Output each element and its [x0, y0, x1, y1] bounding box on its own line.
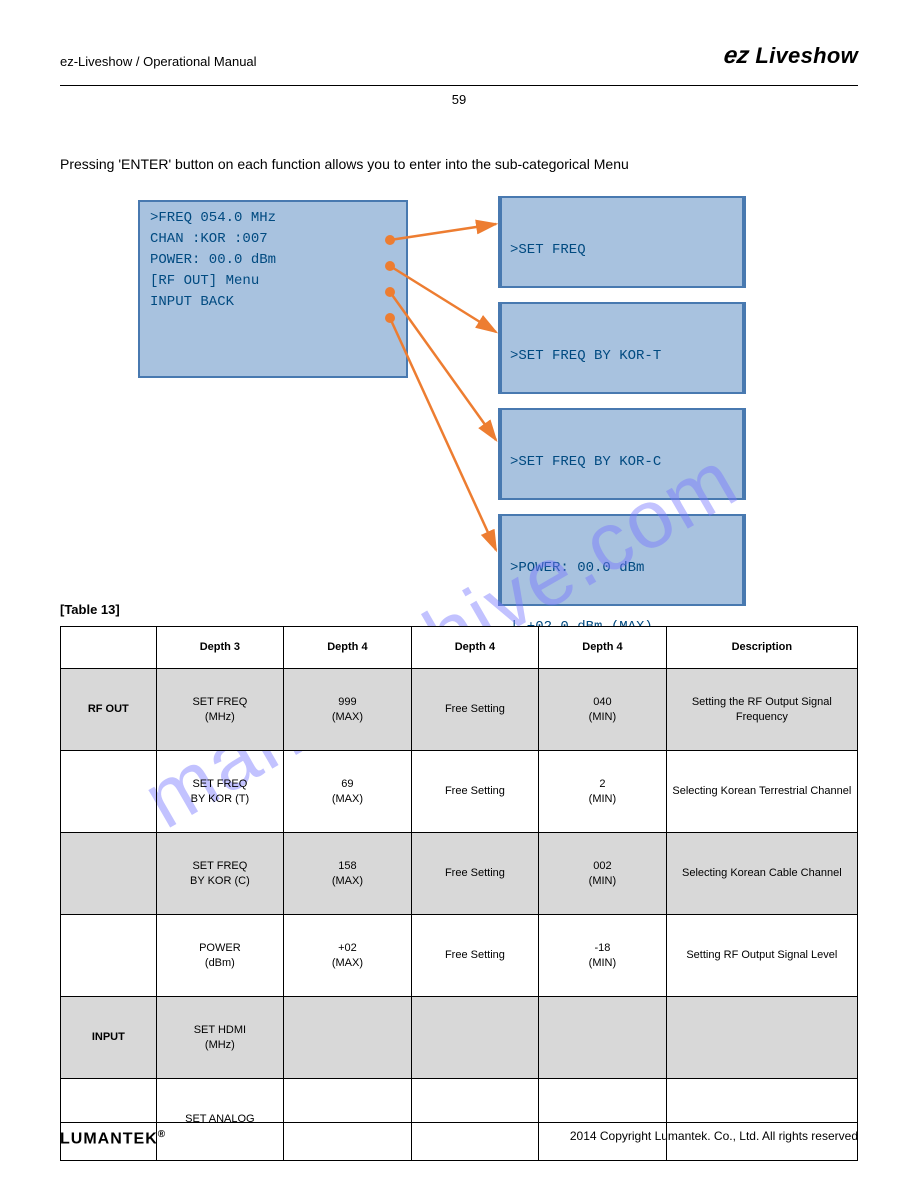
td: Free Setting	[411, 669, 539, 751]
td: +02(MAX)	[284, 915, 412, 997]
page-footer: LUMANTEK® 2014 Copyright Lumantek. Co., …	[60, 1122, 858, 1148]
page-number: 59	[60, 92, 858, 107]
td: Selecting Korean Terrestrial Channel	[666, 751, 857, 833]
detail-box-set-freq: >SET FREQ | 999.0 MHz (MAX) |> 054.0 MHz…	[498, 196, 746, 288]
td: 2(MIN)	[539, 751, 667, 833]
page-header: ez-Liveshow / Operational Manual ez Live…	[60, 48, 858, 86]
td: 002(MIN)	[539, 833, 667, 915]
td: RF OUT	[61, 669, 157, 751]
brand-block: ez Liveshow	[724, 42, 858, 70]
td	[61, 833, 157, 915]
td: SET FREQ(MHz)	[156, 669, 284, 751]
td: Setting RF Output Signal Level	[666, 915, 857, 997]
td: POWER(dBm)	[156, 915, 284, 997]
td: INPUT	[61, 997, 157, 1079]
th: Depth 4	[539, 627, 667, 669]
diagram-area: >FREQ 054.0 MHz CHAN :KOR :007 POWER: 00…	[60, 192, 858, 620]
intro-text: Pressing 'ENTER' button on each function…	[60, 154, 858, 175]
table-header-row: Depth 3 Depth 4 Depth 4 Depth 4 Descript…	[61, 627, 858, 669]
footer-brand-text: LUMANTEK	[60, 1130, 158, 1147]
registered-icon: ®	[158, 1129, 166, 1140]
detail-line: >POWER: 00.0 dBm	[510, 559, 734, 579]
td: 158(MAX)	[284, 833, 412, 915]
ez-logo-icon: ez	[724, 42, 749, 70]
td: SET ANALOG	[156, 1079, 284, 1161]
footer-copyright: 2014 Copyright Lumantek. Co., Ltd. All r…	[570, 1129, 858, 1148]
td: Free Setting	[411, 915, 539, 997]
td: Free Setting	[411, 833, 539, 915]
th: Depth 4	[284, 627, 412, 669]
menu-line: >FREQ 054.0 MHz	[150, 208, 396, 229]
detail-box-kor-c: >SET FREQ BY KOR-C | 158 (MAX) |> 002 | …	[498, 408, 746, 500]
detail-line: >SET FREQ BY KOR-C	[510, 453, 734, 473]
th: Depth 3	[156, 627, 284, 669]
brand-text: Liveshow	[755, 43, 858, 69]
td	[61, 1079, 157, 1161]
td	[666, 997, 857, 1079]
th: Depth 4	[411, 627, 539, 669]
table-row: RF OUT SET FREQ(MHz) 999(MAX) Free Setti…	[61, 669, 858, 751]
table-row: INPUT SET HDMI(MHz)	[61, 997, 858, 1079]
td: Setting the RF Output Signal Frequency	[666, 669, 857, 751]
td	[666, 1079, 857, 1161]
td	[539, 1079, 667, 1161]
th	[61, 627, 157, 669]
table-wrapper: Depth 3 Depth 4 Depth 4 Depth 4 Descript…	[60, 626, 858, 1161]
td	[284, 997, 412, 1079]
menu-line: CHAN :KOR :007	[150, 229, 396, 250]
table-label: [Table 13]	[60, 602, 120, 617]
td: 69(MAX)	[284, 751, 412, 833]
td	[411, 1079, 539, 1161]
manual-title: ez-Liveshow / Operational Manual	[60, 54, 257, 69]
arrow-icon	[380, 192, 520, 612]
td: -18(MIN)	[539, 915, 667, 997]
detail-line: >SET FREQ	[510, 241, 734, 261]
table-row: POWER(dBm) +02(MAX) Free Setting -18(MIN…	[61, 915, 858, 997]
td	[61, 915, 157, 997]
detail-box-power: >POWER: 00.0 dBm | +02.0 dBm (MAX) |> 00…	[498, 514, 746, 606]
detail-box-kor-t: >SET FREQ BY KOR-T | 69 (MAX) |> 02 | 02…	[498, 302, 746, 394]
td: SET FREQBY KOR (T)	[156, 751, 284, 833]
td	[61, 751, 157, 833]
td: 999(MAX)	[284, 669, 412, 751]
menu-line: [RF OUT] Menu	[150, 271, 396, 292]
th: Description	[666, 627, 857, 669]
detail-line: >SET FREQ BY KOR-T	[510, 347, 734, 367]
td: Selecting Korean Cable Channel	[666, 833, 857, 915]
footer-brand: LUMANTEK®	[60, 1129, 166, 1148]
td	[284, 1079, 412, 1161]
menu-box: >FREQ 054.0 MHz CHAN :KOR :007 POWER: 00…	[138, 200, 408, 378]
table-row: SET FREQBY KOR (C) 158(MAX) Free Setting…	[61, 833, 858, 915]
table-row: SET FREQBY KOR (T) 69(MAX) Free Setting …	[61, 751, 858, 833]
td: Free Setting	[411, 751, 539, 833]
td: SET FREQBY KOR (C)	[156, 833, 284, 915]
table-row: SET ANALOG	[61, 1079, 858, 1161]
td: SET HDMI(MHz)	[156, 997, 284, 1079]
menu-line: INPUT BACK	[150, 292, 396, 313]
td	[411, 997, 539, 1079]
settings-table: Depth 3 Depth 4 Depth 4 Depth 4 Descript…	[60, 626, 858, 1161]
td	[539, 997, 667, 1079]
td: 040(MIN)	[539, 669, 667, 751]
menu-line: POWER: 00.0 dBm	[150, 250, 396, 271]
